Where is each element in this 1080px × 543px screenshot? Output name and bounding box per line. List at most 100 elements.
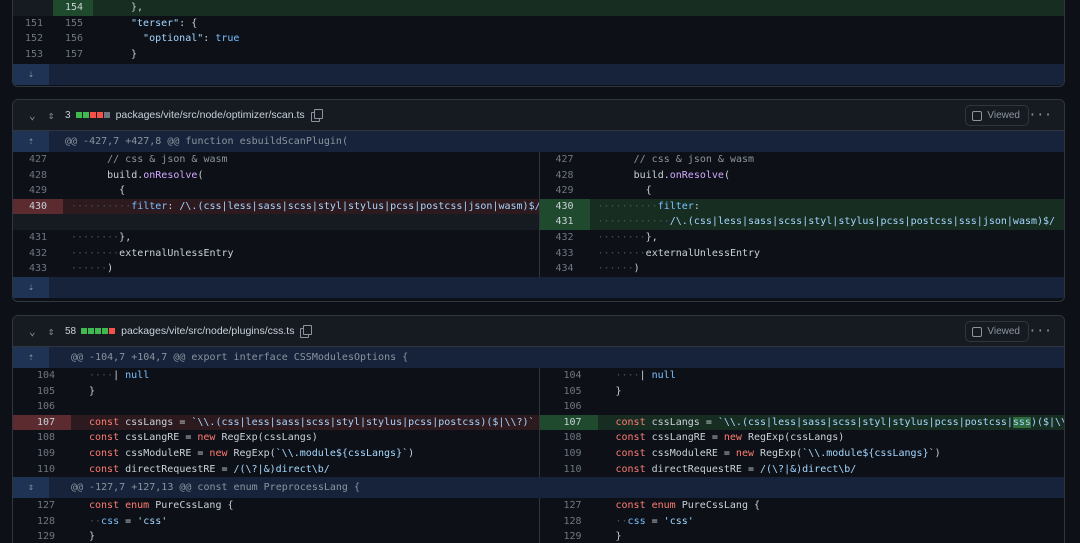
code-line: } [131, 48, 138, 60]
code-line: const directRequestRE = /(\?|&)direct\b/ [615, 463, 857, 475]
line-number: 110 [36, 463, 55, 475]
expand-footer: ⇣ [13, 64, 1064, 86]
old-line-number: 153 [24, 48, 43, 60]
line-number: 433 [555, 247, 574, 259]
code-line: } [615, 531, 622, 543]
added-code-line: ············/\.(css|less|sass|scss|styl|… [597, 216, 1056, 228]
copy-icon[interactable] [310, 109, 323, 122]
added-code-line: const cssLangs = `\\.(css|less|sass|scss… [615, 416, 1064, 428]
hunk-text: @@ -104,7 +104,7 @@ export interface CSS… [71, 352, 409, 363]
change-count: 3 [65, 109, 71, 121]
line-number: 128 [36, 515, 55, 527]
deleted-code-line: const cssLangs = `\\.(css|less|sass|scss… [89, 416, 535, 428]
diff-row: 129} 129} [13, 529, 1064, 543]
code-line: const cssLangRE = new RegExp(cssLangs) [615, 432, 845, 444]
line-number: 104 [563, 370, 582, 381]
old-line-number: 152 [24, 33, 43, 45]
line-number: 430 [539, 198, 590, 215]
code-line: ········externalUnlessEntry [71, 247, 234, 259]
line-number: 105 [36, 385, 55, 397]
hunk-header: ⇡ @@ -104,7 +104,7 @@ export interface C… [13, 347, 1064, 368]
line-number: 127 [563, 500, 582, 512]
code-line: ········}, [597, 231, 658, 243]
expand-down-icon[interactable]: ⇣ [13, 276, 49, 298]
diff-row: 105} 105} [13, 383, 1064, 400]
line-number: 109 [563, 447, 582, 459]
code-line: const enum PureCssLang { [615, 500, 761, 512]
line-number [13, 214, 63, 230]
hunk-text: @@ -127,7 +127,13 @@ const enum Preproce… [71, 482, 360, 494]
hunk-header: ⇡ @@ -427,7 +427,8 @@ function esbuildSc… [13, 131, 1064, 152]
code-line: build.onResolve( [71, 169, 204, 181]
copy-icon[interactable] [300, 325, 313, 338]
diff-row: 432 ········externalUnlessEntry 433 ······… [13, 245, 1064, 262]
viewed-checkbox[interactable]: Viewed [965, 105, 1029, 126]
diff-row: 104 ····| null 104 ····| null [13, 368, 1064, 384]
expand-footer: ⇣ [13, 276, 1064, 298]
diff-row: 427 // css & json & wasm 427 // css & js… [13, 152, 1064, 168]
file-header: ⌄ ⇕ 3 packages/vite/src/node/optimizer/s… [13, 100, 1064, 131]
new-line-number: 155 [64, 17, 83, 29]
expand-up-icon[interactable]: ⇡ [13, 347, 49, 368]
new-line-number: 154 [53, 0, 93, 16]
diffstat-bars [75, 112, 110, 118]
line-number: 129 [563, 531, 582, 543]
viewed-label: Viewed [987, 326, 1020, 337]
line-number: 108 [563, 432, 582, 444]
more-options-icon[interactable]: ··· [1029, 324, 1052, 339]
line-number: 127 [36, 500, 55, 512]
hunk-header: ⇕ @@ -127,7 +127,13 @@ const enum Prepro… [13, 477, 1064, 499]
code-line: const directRequestRE = /(\?|&)direct\b/ [89, 463, 330, 475]
expand-up-icon[interactable]: ⇡ [13, 131, 49, 152]
chevron-down-icon[interactable]: ⌄ [29, 325, 43, 338]
line-number: 434 [555, 263, 574, 275]
code-line: // css & json & wasm [597, 154, 755, 165]
line-number: 433 [28, 263, 47, 275]
diff-row: 106 106 [13, 399, 1064, 415]
diff-row: 110 const directRequestRE = /(\?|&)direct… [13, 461, 1064, 478]
line-number: 429 [28, 185, 47, 197]
code-line: } [89, 531, 96, 543]
viewed-checkbox[interactable]: Viewed [965, 321, 1029, 342]
expand-all-icon[interactable]: ⇕ [43, 325, 59, 338]
file-header: ⌄ ⇕ 58 packages/vite/src/node/plugins/cs… [13, 316, 1064, 347]
code-line: build.onResolve( [597, 169, 730, 181]
line-number: 430 [13, 198, 63, 215]
expand-both-icon[interactable]: ⇕ [13, 477, 49, 499]
line-number: 431 [28, 231, 47, 243]
file-diff-scan: ⌄ ⇕ 3 packages/vite/src/node/optimizer/s… [12, 99, 1065, 302]
line-number: 106 [36, 401, 55, 413]
line-number: 110 [563, 463, 582, 475]
more-options-icon[interactable]: ··· [1029, 108, 1052, 123]
diffstat-bars [81, 328, 116, 334]
diff-row: 154 }, [13, 0, 1064, 16]
line-number: 106 [563, 401, 582, 413]
line-number: 105 [563, 385, 582, 397]
line-number: 427 [28, 154, 47, 165]
code-line: ··css = 'css' [89, 515, 168, 527]
change-count: 58 [65, 325, 77, 337]
line-number: 429 [555, 185, 574, 197]
checkbox-icon [972, 326, 983, 337]
diff-row: 430 ··········filter: /\.(css|less|sass|s… [13, 198, 1064, 215]
code-line: const cssModuleRE = new RegExp(`\\.modul… [89, 447, 415, 459]
diff-row: 107 const cssLangs = `\\.(css|less|sass|s… [13, 414, 1064, 431]
diff-row: 109 const cssModuleRE = new RegExp(`\\.mo… [13, 445, 1064, 462]
hunk-text: @@ -427,7 +427,8 @@ function esbuildScan… [65, 136, 348, 147]
expand-all-icon[interactable]: ⇕ [43, 109, 59, 122]
expand-down-icon[interactable]: ⇣ [13, 64, 49, 86]
code-line: const cssModuleRE = new RegExp(`\\.modul… [615, 447, 941, 459]
code-line: ··css = 'css' [615, 515, 694, 527]
code-line: const enum PureCssLang { [89, 500, 234, 512]
old-line-number: 151 [24, 17, 43, 29]
code-line: } [89, 385, 96, 397]
file-path[interactable]: packages/vite/src/node/plugins/css.ts [121, 325, 294, 337]
chevron-down-icon[interactable]: ⌄ [29, 109, 43, 122]
file-path[interactable]: packages/vite/src/node/optimizer/scan.ts [116, 109, 305, 121]
diff-row: 431 ············/\.(css|less|sass|scss|st… [13, 214, 1064, 230]
file-diff-css: ⌄ ⇕ 58 packages/vite/src/node/plugins/cs… [12, 315, 1065, 543]
code-line: const cssLangRE = new RegExp(cssLangs) [89, 432, 318, 444]
line-number: 428 [28, 169, 47, 181]
code-line: { [71, 185, 126, 197]
